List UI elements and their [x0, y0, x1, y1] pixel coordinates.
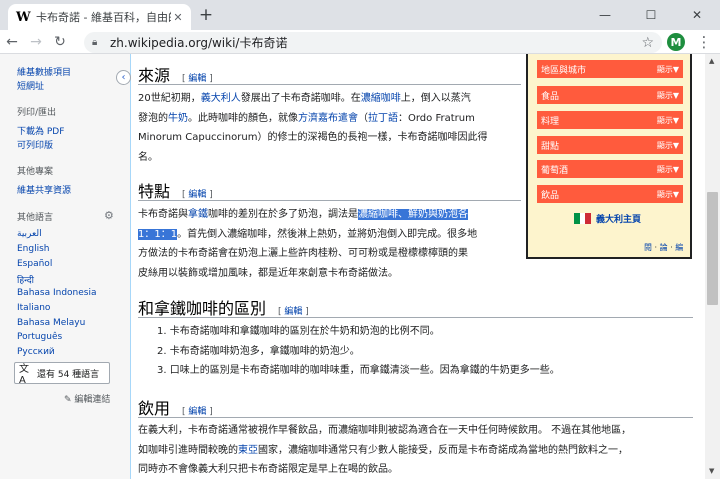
- navbox-row-cuisine[interactable]: 料理 顯示▼: [537, 111, 683, 129]
- link-italians[interactable]: 義大利人: [201, 93, 241, 104]
- navbox-row-desserts[interactable]: 甜點 顯示▼: [537, 136, 683, 154]
- address-bar[interactable]: 🔒︎ zh.wikipedia.org/wiki/卡布奇诺 ☆: [84, 32, 662, 53]
- more-languages-button[interactable]: 文A 還有 54 種語言: [14, 362, 110, 386]
- features-paragraph: 卡布奇諾與拿鐵咖啡的差別在於多了奶泡，調法是濃縮咖啡、鮮奶與奶泡各 1：1：1。…: [138, 209, 478, 279]
- italy-flag-icon: [574, 213, 592, 224]
- browser-toolbar: ← → ↻ 🔒︎ zh.wikipedia.org/wiki/卡布奇诺 ☆ M …: [0, 30, 720, 54]
- sidebar-item-printable[interactable]: 可列印版: [17, 138, 53, 151]
- navbox-view-link[interactable]: 閱: [644, 243, 652, 252]
- lang-portuguese[interactable]: Português: [17, 332, 62, 342]
- section-heading-origin: 來源 [ 編輯 ]: [138, 66, 213, 85]
- lang-indonesian[interactable]: Bahasa Indonesia: [17, 288, 97, 298]
- lang-malay[interactable]: Bahasa Melayu: [17, 318, 85, 328]
- scroll-down-arrow-icon[interactable]: ▼: [709, 467, 714, 475]
- italy-portal-link[interactable]: 義大利主頁: [574, 212, 641, 225]
- lang-hindi[interactable]: हिन्दी: [17, 273, 34, 286]
- scrollbar-thumb[interactable]: [707, 192, 718, 305]
- minimize-icon[interactable]: —: [582, 0, 628, 30]
- show-toggle[interactable]: 顯示▼: [657, 90, 679, 101]
- heading-rule: [138, 317, 693, 318]
- tab-strip: W 卡布奇諾 - 維基百科，自由的百科全書 ✕ + — ☐ ✕: [0, 0, 720, 30]
- navbox-vte-links: 閱 · 論 · 編: [644, 243, 684, 252]
- drinking-paragraph: 在義大利，卡布奇諾通常被視作早餐飲品，而濃縮咖啡則被認為適合在一天中任何時候飲用…: [138, 425, 632, 475]
- section-heading-latte-diff: 和拿鐵咖啡的區別 [ 編輯 ]: [138, 299, 309, 318]
- edit-links-link[interactable]: ✎ 編輯連結: [64, 392, 110, 405]
- more-languages-label: 還有 54 種語言: [37, 369, 100, 380]
- collapse-sidebar-chevron-left-icon[interactable]: ‹: [116, 70, 131, 85]
- sidebar-item-commons[interactable]: 維基共享資源: [17, 183, 71, 196]
- bookmark-star-icon[interactable]: ☆: [641, 35, 654, 51]
- list-item: 2. 卡布奇諾咖啡奶泡多，拿鐵咖啡的奶泡少。: [157, 346, 360, 357]
- page-scrollbar[interactable]: ▲ ▼: [705, 54, 720, 479]
- sidebar-heading-print: 列印/匯出: [17, 108, 57, 118]
- browser-tab[interactable]: W 卡布奇諾 - 維基百科，自由的百科全書 ✕: [8, 4, 191, 30]
- origin-paragraph: 20世紀初期，義大利人發展出了卡布奇諾咖啡。在濃縮咖啡上，倒入以蒸汽 發泡的牛奶…: [138, 93, 488, 163]
- wiki-sidebar: 維基數據項目 短網址 列印/匯出 下載為 PDF 可列印版 其他專案 維基共享資…: [0, 54, 130, 479]
- list-item: 1. 卡布奇諾咖啡和拿鐵咖啡的區別在於牛奶和奶泡的比例不同。: [157, 326, 440, 337]
- show-toggle[interactable]: 顯示▼: [657, 189, 679, 200]
- forward-arrow-icon[interactable]: →: [24, 30, 48, 54]
- heading-rule: [138, 417, 693, 418]
- link-espresso[interactable]: 濃縮咖啡: [361, 93, 401, 104]
- link-capuchins[interactable]: 方濟嘉布遣會: [298, 113, 358, 124]
- gear-icon[interactable]: ⚙: [104, 209, 114, 222]
- italy-cuisine-navbox: 地區與城市 顯示▼ 食品 顯示▼ 料理 顯示▼ 甜點 顯示▼ 葡萄酒 顯示▼ 飲品 顯示▼ …: [526, 54, 692, 259]
- lang-russian[interactable]: Русский: [17, 347, 55, 357]
- sidebar-heading-projects: 其他專案: [17, 167, 54, 177]
- navbox-row-drinks[interactable]: 飲品 顯示▼: [537, 185, 683, 203]
- show-toggle[interactable]: 顯示▼: [657, 115, 679, 126]
- maximize-icon[interactable]: ☐: [628, 0, 674, 30]
- edit-section-latte-link[interactable]: 編輯: [284, 307, 302, 317]
- window-controls: — ☐ ✕: [582, 0, 720, 30]
- wikipedia-favicon-icon: W: [16, 9, 31, 25]
- link-milk[interactable]: 牛奶: [168, 113, 188, 124]
- lang-spanish[interactable]: Español: [17, 259, 52, 269]
- tab-title: 卡布奇諾 - 維基百科，自由的百科全書: [36, 11, 171, 24]
- url-text[interactable]: zh.wikipedia.org/wiki/卡布奇诺: [110, 34, 641, 51]
- selected-text: 濃縮咖啡、鮮奶與奶泡各: [358, 209, 468, 220]
- link-east-asia[interactable]: 東亞: [238, 445, 258, 456]
- lang-english[interactable]: English: [17, 244, 50, 254]
- sidebar-item-pdf[interactable]: 下載為 PDF: [17, 124, 64, 137]
- show-toggle[interactable]: 顯示▼: [657, 140, 679, 151]
- back-arrow-icon[interactable]: ←: [0, 30, 24, 54]
- navbox-row-food[interactable]: 食品 顯示▼: [537, 86, 683, 104]
- selected-text-ratio: 1：1：1: [138, 228, 178, 240]
- edit-section-features-link[interactable]: 編輯: [188, 190, 206, 200]
- reload-icon[interactable]: ↻: [48, 30, 72, 54]
- navbox-row-regions[interactable]: 地區與城市 顯示▼: [537, 60, 683, 78]
- heading-rule: [138, 200, 521, 201]
- lock-icon[interactable]: 🔒︎: [92, 37, 106, 48]
- translate-icon: 文A: [19, 364, 29, 386]
- section-heading-features: 特點 [ 編輯 ]: [138, 182, 213, 201]
- close-window-icon[interactable]: ✕: [674, 0, 720, 30]
- navbox-talk-link[interactable]: 論: [660, 243, 668, 252]
- edit-section-origin-link[interactable]: 編輯: [188, 74, 206, 84]
- sidebar-heading-languages: 其他語言: [17, 213, 54, 223]
- navbox-edit-link[interactable]: 編: [675, 243, 683, 252]
- edit-section-drink-link[interactable]: 編輯: [188, 407, 206, 417]
- section-heading-drinking: 飲用 [ 編輯 ]: [138, 399, 213, 418]
- sidebar-item-shorturl[interactable]: 短網址: [17, 79, 44, 92]
- heading-rule: [138, 84, 521, 85]
- show-toggle[interactable]: 顯示▼: [657, 64, 679, 75]
- article-content: 來源 [ 編輯 ] 20世紀初期，義大利人發展出了卡布奇諾咖啡。在濃縮咖啡上，倒…: [130, 54, 705, 479]
- link-latte[interactable]: 拿鐵: [188, 209, 208, 220]
- new-tab-plus-icon[interactable]: +: [196, 5, 216, 25]
- lang-arabic[interactable]: العربية: [17, 229, 42, 239]
- kebab-menu-icon[interactable]: ⋮: [695, 32, 713, 52]
- link-latin[interactable]: 拉丁語: [368, 113, 398, 124]
- sidebar-item-wikidata[interactable]: 維基數據項目: [17, 65, 71, 78]
- list-item: 3. 口味上的區別是卡布奇諾咖啡的咖啡味重，而拿鐵清淡一些。因為拿鐵的牛奶更多一…: [157, 365, 560, 376]
- profile-avatar[interactable]: M: [667, 33, 685, 51]
- navbox-row-wine[interactable]: 葡萄酒 顯示▼: [537, 160, 683, 178]
- lang-italian[interactable]: Italiano: [17, 303, 50, 313]
- scroll-up-arrow-icon[interactable]: ▲: [709, 57, 714, 65]
- close-tab-icon[interactable]: ✕: [171, 11, 185, 24]
- show-toggle[interactable]: 顯示▼: [657, 164, 679, 175]
